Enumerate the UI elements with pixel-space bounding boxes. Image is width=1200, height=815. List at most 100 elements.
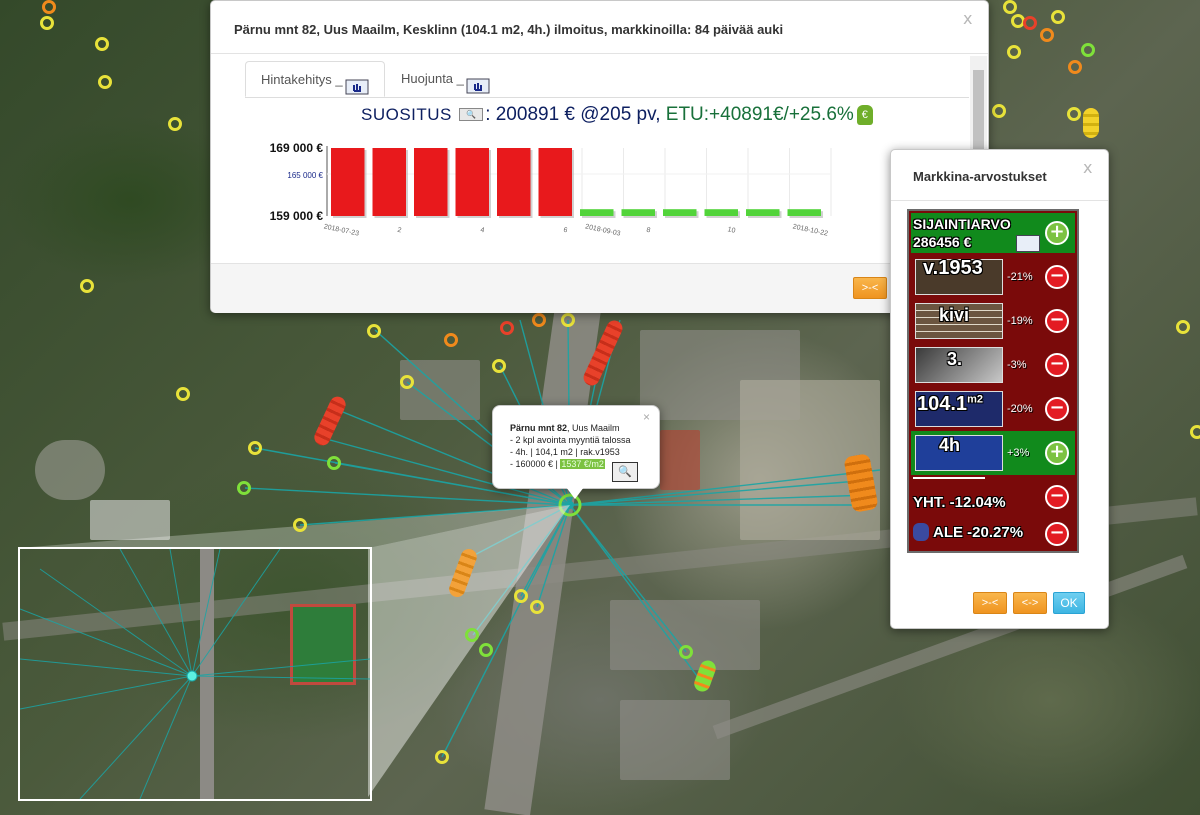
- tab-label: Huojunta _: [401, 71, 464, 86]
- bar: [455, 148, 489, 216]
- listing-marker[interactable]: [1190, 425, 1200, 439]
- listing-marker[interactable]: [1081, 43, 1095, 57]
- listing-marker[interactable]: [327, 456, 341, 470]
- hand-icon: [913, 523, 929, 541]
- bar: [787, 209, 821, 216]
- floor-pct: -3%: [1007, 359, 1027, 371]
- minus-button[interactable]: −: [1045, 522, 1069, 546]
- info-district: , Uus Maailm: [567, 423, 620, 433]
- bar: [414, 148, 448, 216]
- x-tick-label: 2018-09-03: [585, 223, 622, 237]
- x-tick-label: 2018-10-22: [792, 223, 829, 237]
- map-info-popup: × Pärnu mnt 82, Uus Maailm - 2 kpl avoin…: [492, 405, 660, 499]
- tab-huojunta[interactable]: Huojunta _: [401, 61, 511, 97]
- listing-marker[interactable]: [95, 37, 109, 51]
- bar: [663, 209, 697, 216]
- bar: [746, 209, 780, 216]
- listing-marker[interactable]: [514, 589, 528, 603]
- listing-marker[interactable]: [500, 321, 514, 335]
- y-tick-label: 169 000 €: [270, 141, 324, 155]
- bar: [331, 148, 365, 216]
- listing-marker[interactable]: [1023, 16, 1037, 30]
- listing-marker[interactable]: [400, 375, 414, 389]
- discount-row: ALE -20.27% −: [911, 515, 1075, 549]
- listing-marker[interactable]: [492, 359, 506, 373]
- rooms-pct: +3%: [1007, 447, 1030, 459]
- listing-marker[interactable]: [168, 117, 182, 131]
- dialog-title: Pärnu mnt 82, Uus Maailm, Kesklinn (104.…: [234, 22, 784, 37]
- listing-cluster[interactable]: [1083, 108, 1099, 138]
- x-tick-label: 8: [646, 227, 651, 235]
- search-icon[interactable]: 🔍: [459, 108, 484, 122]
- hand-pointer-icon[interactable]: [1016, 235, 1040, 252]
- listing-marker[interactable]: [679, 645, 693, 659]
- valuation-row-floor: 3. -3% −: [911, 343, 1075, 385]
- listing-marker[interactable]: [530, 600, 544, 614]
- hand-pointer-icon: [466, 72, 490, 94]
- bar: [621, 209, 655, 216]
- listing-marker[interactable]: [248, 441, 262, 455]
- close-button[interactable]: x: [1083, 158, 1092, 177]
- minus-button[interactable]: −: [1045, 353, 1069, 377]
- listing-marker[interactable]: [479, 643, 493, 657]
- listing-dialog: Pärnu mnt 82, Uus Maailm, Kesklinn (104.…: [210, 0, 989, 313]
- swap-button[interactable]: <->: [1013, 592, 1047, 614]
- x-tick-label: 6: [563, 227, 568, 235]
- listing-marker[interactable]: [237, 481, 251, 495]
- info-line1: - 2 kpl avointa myyntiä talossa: [510, 435, 631, 445]
- total-label: YHT. -12.04%: [913, 494, 1006, 511]
- separator: ,: [655, 104, 661, 125]
- info-price-m2: 1537 €/m2: [560, 459, 605, 469]
- bar: [372, 148, 406, 216]
- listing-marker[interactable]: [293, 518, 307, 532]
- listing-marker[interactable]: [1068, 60, 1082, 74]
- listing-marker[interactable]: [561, 313, 575, 327]
- ok-button[interactable]: OK: [1053, 592, 1085, 614]
- listing-marker[interactable]: [1051, 10, 1065, 24]
- minus-button[interactable]: −: [1045, 309, 1069, 333]
- zoom-in-icon[interactable]: 🔍: [612, 462, 638, 482]
- listing-marker[interactable]: [80, 279, 94, 293]
- close-button[interactable]: x: [963, 9, 972, 28]
- minus-button[interactable]: −: [1045, 485, 1069, 509]
- listing-marker[interactable]: [1007, 45, 1021, 59]
- listing-marker[interactable]: [1040, 28, 1054, 42]
- listing-marker[interactable]: [435, 750, 449, 764]
- collapse-button[interactable]: >-<: [853, 277, 887, 299]
- listing-marker[interactable]: [1003, 0, 1017, 14]
- listing-marker[interactable]: [444, 333, 458, 347]
- minus-button[interactable]: −: [1045, 397, 1069, 421]
- listing-marker[interactable]: [992, 104, 1006, 118]
- plus-button[interactable]: +: [1045, 441, 1069, 465]
- y-tick-label: 165 000 €: [287, 171, 323, 180]
- recommendation-line: SUOSITUS 🔍: 200891 € @205 pv, ETU:+40891…: [361, 104, 873, 126]
- collapse-button[interactable]: >-<: [973, 592, 1007, 614]
- location-value: 286456 €: [913, 234, 972, 250]
- tab-hintakehitys[interactable]: Hintakehitys _: [245, 61, 385, 97]
- info-address: Pärnu mnt 82: [510, 423, 568, 433]
- valuation-box: SIJAINTIARVO 286456 € + v.1953 -21% − ki…: [907, 209, 1079, 553]
- recommendation-value: : 200891 € @205 pv: [485, 104, 656, 125]
- bar: [538, 148, 572, 216]
- location-value-row: SIJAINTIARVO 286456 € +: [911, 213, 1075, 253]
- year-pct: -21%: [1007, 271, 1033, 283]
- listing-marker[interactable]: [176, 387, 190, 401]
- listing-marker[interactable]: [1067, 107, 1081, 121]
- listing-marker[interactable]: [40, 16, 54, 30]
- area-pct: -20%: [1007, 403, 1033, 415]
- valuation-row-rooms: 4h +3% +: [911, 431, 1075, 475]
- plus-button[interactable]: +: [1045, 221, 1069, 245]
- recommendation-label: SUOSITUS: [361, 105, 452, 124]
- location-label: SIJAINTIARVO: [913, 216, 1011, 232]
- listing-marker[interactable]: [1176, 320, 1190, 334]
- listing-marker[interactable]: [98, 75, 112, 89]
- listing-marker[interactable]: [42, 0, 56, 14]
- listing-marker[interactable]: [367, 324, 381, 338]
- x-tick-label: 4: [480, 227, 485, 235]
- listing-marker[interactable]: [532, 313, 546, 327]
- minus-button[interactable]: −: [1045, 265, 1069, 289]
- close-icon[interactable]: ×: [643, 410, 650, 424]
- money-bag-icon: €: [856, 104, 873, 125]
- zoom-inset: [18, 547, 372, 801]
- listing-marker[interactable]: [465, 628, 479, 642]
